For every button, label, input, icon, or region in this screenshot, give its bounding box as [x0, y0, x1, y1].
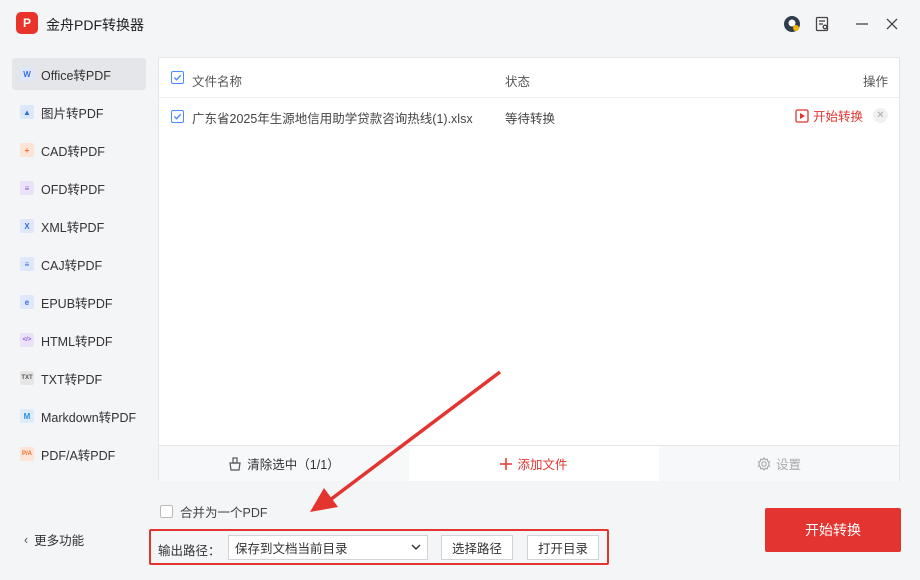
output-path-label: 输出路径：: [158, 544, 221, 558]
table-row[interactable]: 广东省2025年生源地信用助学贷款咨询热线(1).xlsx 等待转换 开始转换 …: [159, 98, 899, 134]
sidebar-item-label: TXT转PDF: [41, 372, 103, 387]
caj-icon: ≡: [20, 257, 34, 271]
txt-icon: TXT: [20, 371, 34, 385]
minimize-icon[interactable]: [852, 14, 872, 34]
clear-selected-button[interactable]: 清除选中（1/1）: [159, 446, 409, 481]
table-header: 文件名称 状态 操作: [159, 58, 899, 98]
sidebar-item-label: Office转PDF: [41, 68, 111, 83]
header-status: 状态: [505, 75, 531, 89]
header-action: 操作: [863, 75, 889, 89]
header-file-name: 文件名称: [192, 75, 243, 89]
more-features-label: 更多功能: [34, 534, 85, 548]
clear-selected-label: 清除选中（1/1）: [247, 458, 340, 472]
sidebar-item-label: EPUB转PDF: [41, 296, 113, 311]
panel-footer: 清除选中（1/1） 添加文件 设置: [159, 445, 899, 481]
sidebar-item-epub[interactable]: e EPUB转PDF: [12, 286, 146, 318]
sidebar-item-html[interactable]: </> HTML转PDF: [12, 324, 146, 356]
file-status: 等待转换: [505, 112, 556, 126]
sidebar-item-label: XML转PDF: [41, 220, 105, 235]
ofd-icon: ≡: [20, 181, 34, 195]
sidebar-item-label: PDF/A转PDF: [41, 448, 116, 463]
add-file-button[interactable]: 添加文件: [409, 446, 659, 481]
sidebar-item-caj[interactable]: ≡ CAJ转PDF: [12, 248, 146, 280]
app-title: 金舟PDF转换器: [46, 17, 144, 33]
epub-icon: e: [20, 295, 34, 309]
chevron-left-icon: ‹: [24, 532, 29, 547]
add-file-label: 添加文件: [517, 458, 568, 472]
settings-button[interactable]: 设置: [659, 446, 899, 481]
word-icon: W: [20, 67, 34, 81]
merge-checkbox[interactable]: [160, 505, 173, 518]
sidebar-item-cad[interactable]: + CAD转PDF: [12, 134, 146, 166]
sidebar-item-xml[interactable]: X XML转PDF: [12, 210, 146, 242]
user-avatar-icon[interactable]: [782, 14, 802, 34]
plus-icon: [500, 457, 513, 470]
row-action-label: 开始转换: [813, 110, 864, 124]
markdown-icon: M: [20, 409, 34, 423]
sidebar-item-txt[interactable]: TXT TXT转PDF: [12, 362, 146, 394]
sidebar-item-pdfa[interactable]: P/A PDF/A转PDF: [12, 438, 146, 470]
choose-path-button[interactable]: 选择路径: [441, 535, 513, 560]
merge-label: 合并为一个PDF: [180, 506, 268, 520]
row-checkbox[interactable]: [171, 110, 184, 123]
open-folder-button[interactable]: 打开目录: [527, 535, 599, 560]
sidebar-item-markdown[interactable]: M Markdown转PDF: [12, 400, 146, 432]
sidebar-item-label: CAD转PDF: [41, 144, 105, 159]
xml-icon: X: [20, 219, 34, 233]
more-features-link[interactable]: ‹ 更多功能: [24, 530, 84, 549]
cad-icon: +: [20, 143, 34, 157]
sidebar: W Office转PDF ▲ 图片转PDF + CAD转PDF ≡ OFD转PDF X XML转P…: [0, 56, 158, 580]
output-path-select[interactable]: 保存到文档当前目录: [228, 535, 428, 560]
feedback-icon[interactable]: [812, 14, 832, 34]
html-icon: </>: [20, 333, 34, 347]
pdfa-icon: P/A: [20, 447, 34, 461]
output-path-section: 输出路径： 保存到文档当前目录 选择路径 打开目录: [149, 529, 609, 565]
title-bar: P 金舟PDF转换器: [0, 0, 920, 48]
sidebar-item-label: OFD转PDF: [41, 182, 105, 197]
file-name: 广东省2025年生源地信用助学贷款咨询热线(1).xlsx: [192, 112, 473, 126]
remove-file-icon[interactable]: ✕: [873, 108, 888, 123]
sidebar-item-label: Markdown转PDF: [41, 410, 137, 425]
file-list-panel: 文件名称 状态 操作 广东省2025年生源地信用助学贷款咨询热线(1).xlsx…: [158, 57, 900, 481]
sidebar-item-ofd[interactable]: ≡ OFD转PDF: [12, 172, 146, 204]
gear-icon: [757, 456, 771, 471]
sidebar-item-label: CAJ转PDF: [41, 258, 103, 273]
broom-icon: [229, 456, 241, 471]
row-start-convert-button[interactable]: 开始转换: [795, 106, 863, 125]
settings-label: 设置: [775, 458, 801, 472]
sidebar-item-image[interactable]: ▲ 图片转PDF: [12, 96, 146, 128]
output-path-value: 保存到文档当前目录: [235, 542, 348, 556]
app-logo-icon: P: [16, 12, 38, 34]
sidebar-item-label: 图片转PDF: [41, 106, 104, 121]
sidebar-item-word[interactable]: W Office转PDF: [12, 58, 146, 90]
close-window-icon[interactable]: [882, 14, 902, 34]
image-icon: ▲: [20, 105, 34, 119]
start-convert-button[interactable]: 开始转换: [765, 508, 901, 552]
sidebar-item-label: HTML转PDF: [41, 334, 113, 349]
play-icon: [795, 108, 809, 123]
select-all-checkbox[interactable]: [171, 71, 184, 84]
chevron-down-icon: [411, 544, 421, 550]
merge-pdf-option[interactable]: 合并为一个PDF: [160, 502, 268, 521]
